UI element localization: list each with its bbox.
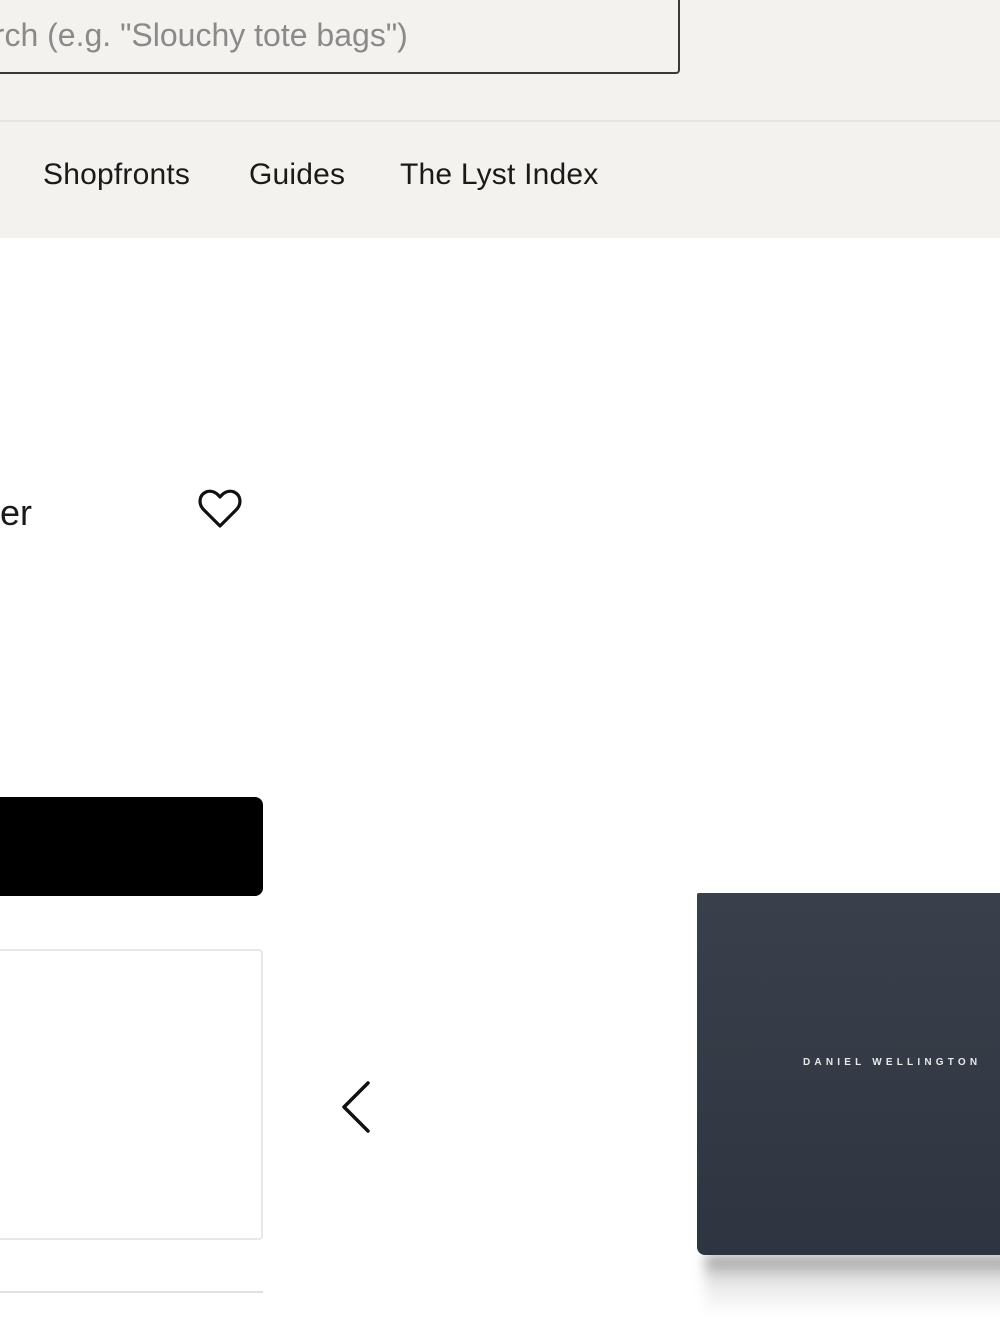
watch-box: DANIEL WELLINGTON: [697, 893, 1000, 1255]
nav-item-shopfronts[interactable]: Shopfronts: [43, 158, 190, 192]
image-shadow: [705, 1255, 1000, 1315]
product-name: er: [0, 492, 33, 533]
product-image[interactable]: DANIEL WELLINGTON: [697, 893, 1000, 1333]
add-to-cart-button[interactable]: [0, 797, 263, 896]
divider: [0, 1291, 263, 1293]
search-box[interactable]: [0, 0, 680, 74]
brand-print: DANIEL WELLINGTON: [803, 1057, 982, 1068]
nav-item-lyst-index[interactable]: The Lyst Index: [400, 158, 598, 192]
header-divider: [0, 120, 1000, 122]
site-header: Shopfronts Guides The Lyst Index: [0, 0, 1000, 238]
search-input[interactable]: [0, 0, 678, 70]
nav-item-guides[interactable]: Guides: [249, 158, 345, 192]
heart-outline-icon[interactable]: [196, 486, 244, 532]
info-panel: [0, 949, 263, 1240]
chevron-left-icon[interactable]: [330, 1075, 386, 1139]
